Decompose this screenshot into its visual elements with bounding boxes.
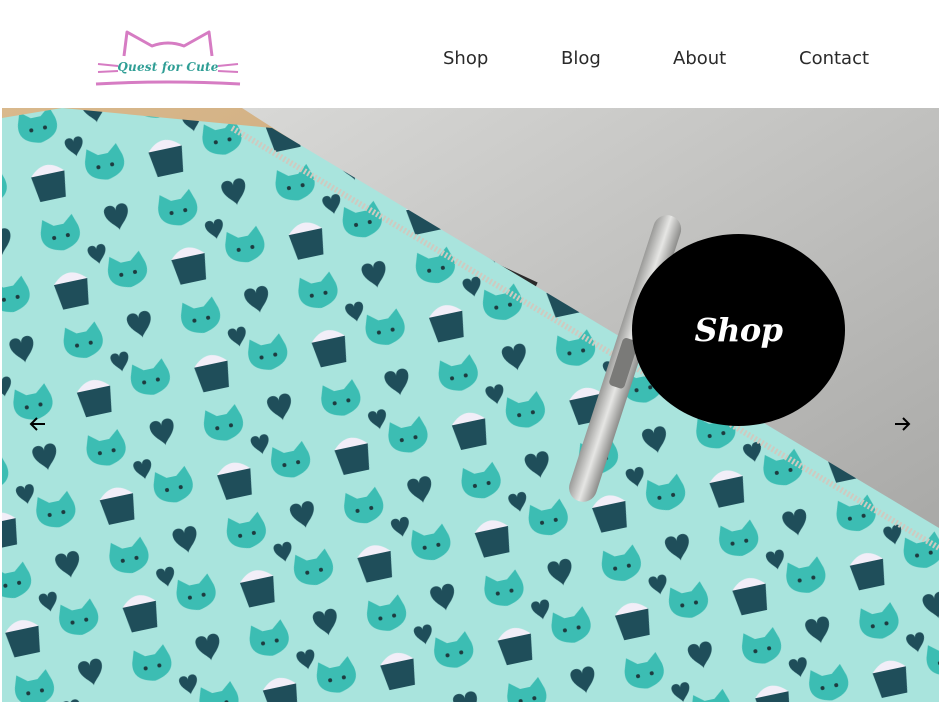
nav-link-blog[interactable]: Blog (561, 48, 601, 69)
arrow-right-icon[interactable] (890, 412, 914, 436)
nav-link-shop[interactable]: Shop (443, 48, 488, 69)
shop-cta-button[interactable]: Shop (632, 234, 845, 426)
hero-slider: Shop (2, 108, 939, 702)
nav-link-about[interactable]: About (673, 48, 726, 69)
nav-link-contact[interactable]: Contact (799, 48, 869, 69)
main-nav: Shop Blog About Contact (0, 48, 939, 72)
shop-cta-label: Shop (694, 311, 783, 349)
site-header: Quest for Cute Shop Blog About Contact (0, 0, 939, 108)
arrow-left-icon[interactable] (26, 412, 50, 436)
